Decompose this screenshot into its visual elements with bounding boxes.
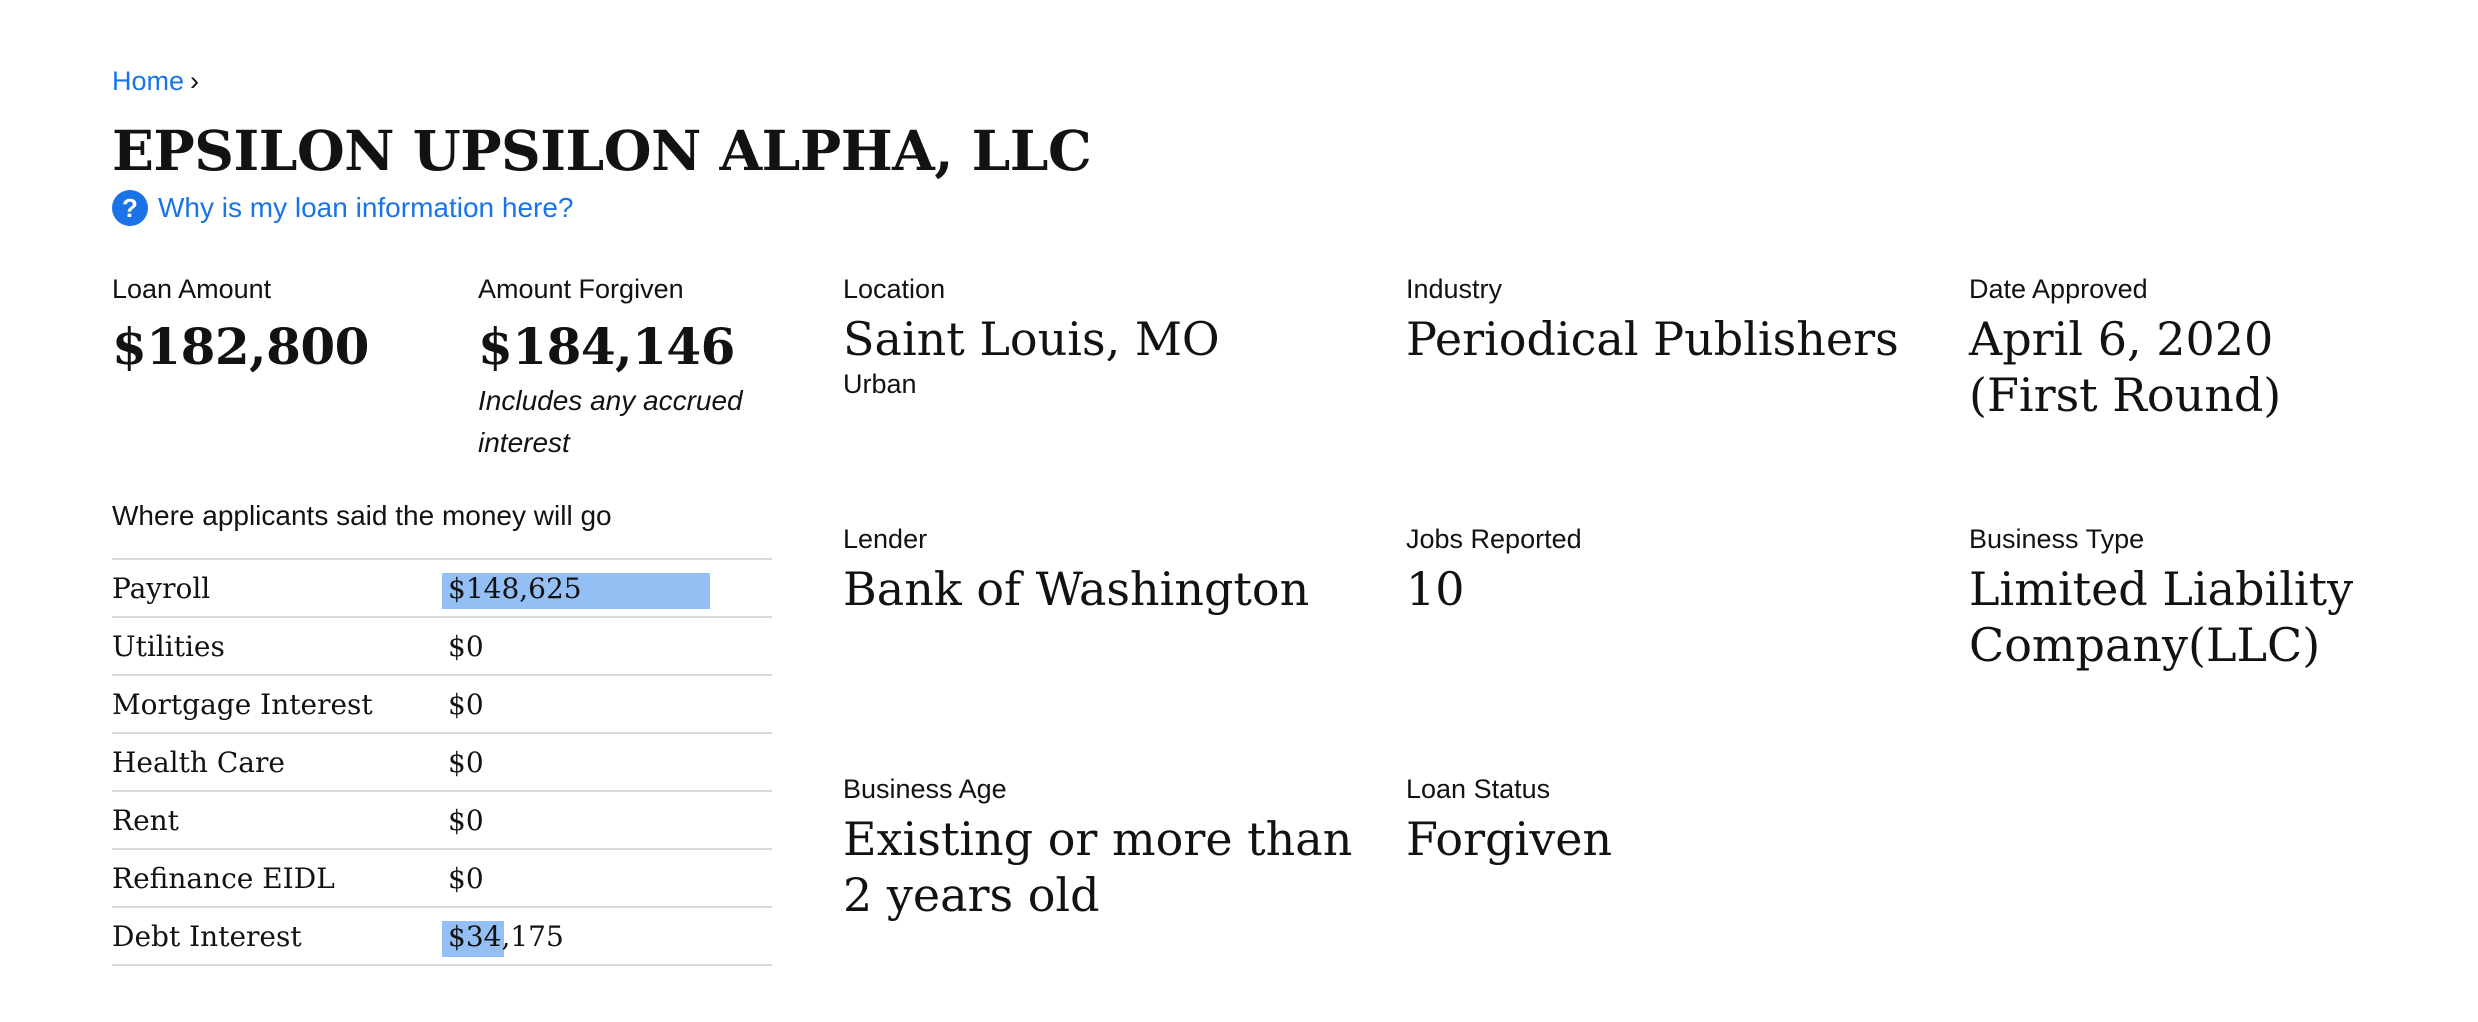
breakdown-row-amount: $0 [448, 745, 484, 779]
breadcrumb: Home › [112, 66, 199, 97]
breakdown-row: Debt Interest $34,175 [112, 906, 772, 966]
amount-forgiven-note: Includes any accrued interest [478, 385, 743, 458]
breadcrumb-separator: › [190, 66, 200, 96]
jobs-reported-label: Jobs Reported [1406, 524, 1582, 554]
loan-detail-page: Home › EPSILON UPSILON ALPHA, LLC ? Why i… [112, 0, 2412, 1022]
date-approved-label: Date Approved [1969, 274, 2148, 304]
breadcrumb-home-link[interactable]: Home [112, 66, 184, 96]
breakdown-row: Refinance EIDL $0 [112, 848, 772, 907]
amount-forgiven-label: Amount Forgiven [478, 274, 684, 304]
amount-forgiven-value: $184,146 [478, 317, 735, 376]
breakdown-row-name: Refinance EIDL [112, 848, 442, 907]
breakdown-row-amount: $34,175 [448, 919, 564, 953]
breakdown-row-amount-cell: $148,625 [442, 558, 772, 617]
business-type-value: Limited Liability Company(LLC) [1969, 562, 2354, 672]
breakdown-table: Payroll $148,625 Utilities $0 Mortgage Inter… [112, 558, 772, 966]
amount-forgiven-block: Amount Forgiven $184,146 Includes any ac… [478, 274, 778, 464]
breakdown-row-amount-cell: $0 [442, 790, 772, 849]
breakdown-row-amount-cell: $0 [442, 848, 772, 907]
breakdown-row-name: Payroll [112, 558, 442, 617]
date-approved-block: Date Approved April 6, 2020 (First Round… [1969, 274, 2409, 423]
page-title: EPSILON UPSILON ALPHA, LLC [112, 118, 1092, 183]
breakdown-row-amount: $0 [448, 803, 484, 837]
business-age-value: Existing or more than 2 years old [843, 812, 1353, 922]
business-age-block: Business Age Existing or more than 2 yea… [843, 774, 1363, 923]
loan-amount-label: Loan Amount [112, 274, 272, 304]
breakdown-row-name: Health Care [112, 732, 442, 791]
breakdown-row-amount-cell: $0 [442, 674, 772, 733]
breakdown-row-amount: $148,625 [448, 571, 582, 605]
breakdown-row: Rent $0 [112, 790, 772, 849]
location-value: Saint Louis, MO [843, 312, 1220, 366]
loan-status-block: Loan Status Forgiven [1406, 774, 1926, 867]
business-type-label: Business Type [1969, 524, 2145, 554]
loan-status-label: Loan Status [1406, 774, 1551, 804]
lender-block: Lender Bank of Washington [843, 524, 1363, 617]
location-sub: Urban [843, 369, 917, 399]
lender-label: Lender [843, 524, 928, 554]
breakdown-row-amount-cell: $0 [442, 732, 772, 791]
jobs-reported-block: Jobs Reported 10 [1406, 524, 1926, 617]
breakdown-row: Payroll $148,625 [112, 558, 772, 617]
help-icon: ? [112, 190, 148, 226]
why-loan-info-link[interactable]: ? Why is my loan information here? [112, 190, 574, 226]
business-type-block: Business Type Limited Liability Company(… [1969, 524, 2409, 673]
breakdown-title: Where applicants said the money will go [112, 500, 612, 531]
why-loan-info-text[interactable]: Why is my loan information here? [158, 192, 574, 224]
breakdown-row-amount: $0 [448, 687, 484, 721]
breakdown-row-name: Mortgage Interest [112, 674, 442, 733]
jobs-reported-value: 10 [1406, 562, 1465, 616]
industry-block: Industry Periodical Publishers [1406, 274, 1926, 367]
breakdown-row-amount: $0 [448, 629, 484, 663]
business-age-label: Business Age [843, 774, 1007, 804]
breakdown-row-name: Rent [112, 790, 442, 849]
industry-label: Industry [1406, 274, 1503, 304]
location-label: Location [843, 274, 946, 304]
breakdown-row: Health Care $0 [112, 732, 772, 791]
loan-amount-block: Loan Amount $182,800 [112, 274, 369, 376]
breakdown-row: Utilities $0 [112, 616, 772, 675]
breakdown-row: Mortgage Interest $0 [112, 674, 772, 733]
breakdown-row-amount-cell: $34,175 [442, 906, 772, 966]
lender-value: Bank of Washington [843, 562, 1310, 616]
breakdown-row-amount-cell: $0 [442, 616, 772, 675]
loan-status-value: Forgiven [1406, 812, 1613, 866]
location-block: Location Saint Louis, MO Urban [843, 274, 1363, 400]
date-approved-value: April 6, 2020 (First Round) [1969, 312, 2282, 422]
breakdown-row-name: Debt Interest [112, 906, 442, 966]
loan-amount-value: $182,800 [112, 317, 369, 376]
breakdown-row-amount: $0 [448, 861, 484, 895]
industry-value: Periodical Publishers [1406, 312, 1899, 366]
breakdown-row-name: Utilities [112, 616, 442, 675]
